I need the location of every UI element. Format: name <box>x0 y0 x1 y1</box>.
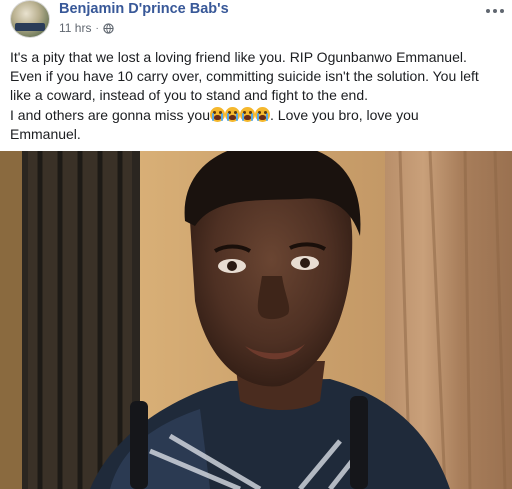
crying-emoji-icon <box>210 106 226 122</box>
globe-icon[interactable] <box>103 22 114 34</box>
post-timestamp[interactable]: 11 hrs <box>59 21 91 35</box>
more-options-icon[interactable] <box>484 4 506 18</box>
author-name-link[interactable]: Benjamin D'prince Bab's <box>59 1 229 17</box>
facebook-post: Benjamin D'prince Bab's 11 hrs · It's a … <box>0 0 512 489</box>
meta-separator: · <box>95 22 99 34</box>
post-text-line-1: It's a pity that we lost a loving friend… <box>10 49 467 65</box>
crying-emoji-icon <box>240 106 256 122</box>
post-text-line-4-start: I and others are gonna miss you <box>10 106 211 123</box>
post-meta: 11 hrs · <box>59 21 114 35</box>
post-photo[interactable] <box>0 151 512 489</box>
selfie-photo <box>0 151 512 489</box>
post-text-line-5: Emmanuel. <box>10 125 81 142</box>
post-text: It's a pity that we lost a loving friend… <box>10 48 506 144</box>
post-header: Benjamin D'prince Bab's 11 hrs · <box>0 0 512 42</box>
post-text-line-3: like a coward, instead of you to stand a… <box>10 87 369 104</box>
post-text-line-4-end: . Love you bro, love you <box>270 106 419 123</box>
post-text-line-2: Even if you have 10 carry over, committi… <box>10 68 479 85</box>
post-text-line-4: I and others are gonna miss you . Love yo… <box>10 106 506 125</box>
crying-emoji-icon <box>255 106 271 122</box>
crying-emoji-icon <box>225 106 241 122</box>
author-avatar[interactable] <box>10 0 50 38</box>
